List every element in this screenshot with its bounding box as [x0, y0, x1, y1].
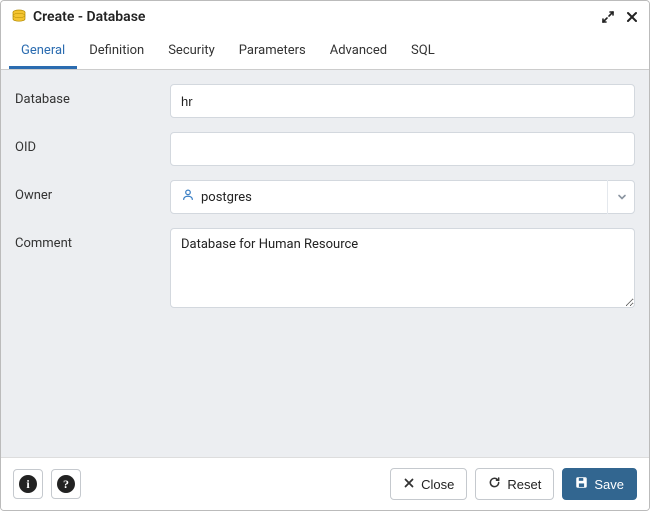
tab-security[interactable]: Security: [156, 33, 227, 69]
footer: i ? Close Reset: [1, 457, 649, 510]
label-database: Database: [15, 84, 170, 107]
row-owner: Owner postgres: [15, 180, 635, 214]
comment-input[interactable]: [170, 228, 635, 308]
help-icon: ?: [57, 475, 75, 493]
info-icon: i: [19, 475, 37, 493]
close-x-icon: [403, 477, 415, 492]
row-oid: OID: [15, 132, 635, 166]
tab-definition[interactable]: Definition: [77, 33, 156, 69]
dialog-title: Create - Database: [33, 9, 595, 25]
close-button[interactable]: Close: [390, 468, 467, 500]
save-button[interactable]: Save: [562, 468, 637, 500]
tab-content: Database OID Owner: [1, 70, 649, 457]
label-owner: Owner: [15, 180, 170, 203]
owner-value: postgres: [201, 190, 252, 205]
label-comment: Comment: [15, 228, 170, 251]
reset-button[interactable]: Reset: [475, 468, 554, 500]
save-icon: [575, 476, 588, 492]
row-comment: Comment: [15, 228, 635, 312]
oid-input[interactable]: [170, 132, 635, 166]
chevron-down-icon: [607, 180, 635, 214]
create-database-dialog: Create - Database General Definition Sec…: [0, 0, 650, 511]
tab-parameters[interactable]: Parameters: [227, 33, 318, 69]
reset-icon: [488, 476, 501, 492]
tabs: General Definition Security Parameters A…: [1, 33, 649, 70]
label-oid: OID: [15, 132, 170, 155]
database-input[interactable]: [170, 84, 635, 118]
close-label: Close: [421, 477, 454, 492]
tab-advanced[interactable]: Advanced: [318, 33, 399, 69]
database-icon: [11, 9, 27, 25]
info-button[interactable]: i: [13, 469, 43, 499]
save-label: Save: [594, 477, 624, 492]
close-icon[interactable]: [625, 10, 639, 24]
help-button[interactable]: ?: [51, 469, 81, 499]
tab-general[interactable]: General: [9, 33, 77, 69]
reset-label: Reset: [507, 477, 541, 492]
row-database: Database: [15, 84, 635, 118]
titlebar: Create - Database: [1, 1, 649, 33]
expand-icon[interactable]: [601, 10, 615, 24]
user-icon: [181, 188, 195, 206]
tab-sql[interactable]: SQL: [399, 33, 447, 69]
owner-select[interactable]: postgres: [170, 180, 635, 214]
